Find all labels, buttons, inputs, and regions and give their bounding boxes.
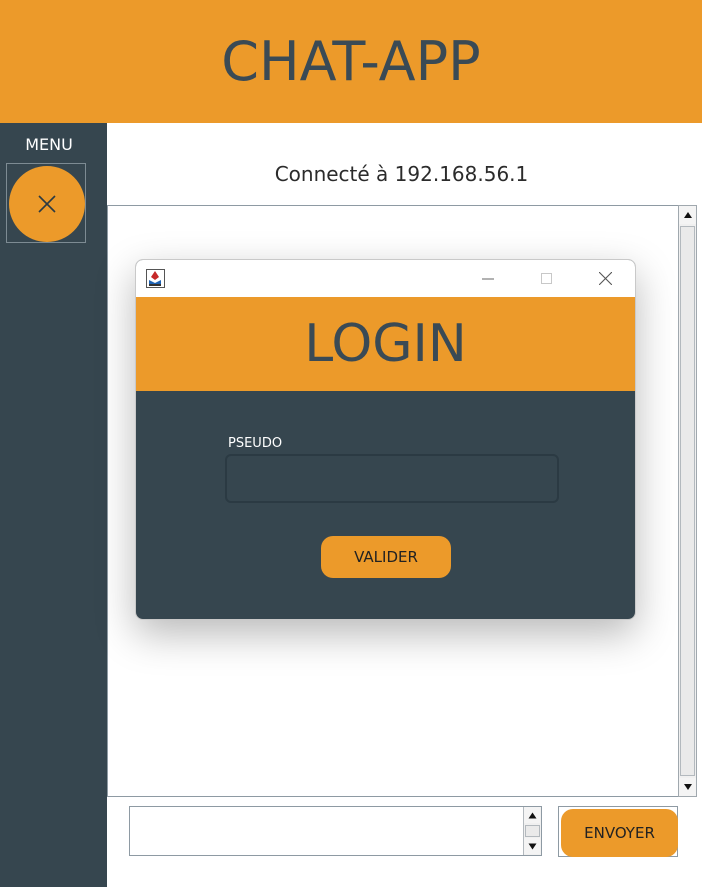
- login-dialog: LOGIN PSEUDO VALIDER: [135, 259, 636, 620]
- close-icon: [598, 272, 612, 285]
- triangle-up-icon: [528, 812, 536, 818]
- dialog-close-button[interactable]: [576, 260, 634, 297]
- connection-status: Connecté à 192.168.56.1: [274, 162, 529, 186]
- maximize-icon: [540, 273, 552, 284]
- pseudo-input[interactable]: [225, 454, 559, 503]
- pseudo-label: PSEUDO: [228, 436, 283, 451]
- menu-close-button[interactable]: [9, 166, 85, 242]
- maximize-button[interactable]: [517, 260, 575, 297]
- app-title: CHAT-APP: [221, 30, 481, 93]
- valider-button[interactable]: VALIDER: [321, 536, 451, 578]
- minimize-icon: [482, 278, 494, 279]
- triangle-down-icon: [528, 843, 536, 849]
- minimize-button[interactable]: [459, 260, 517, 297]
- message-box: [129, 806, 542, 856]
- message-scrollbar-thumb[interactable]: [525, 825, 540, 837]
- login-title: LOGIN: [304, 314, 467, 374]
- login-header: LOGIN: [136, 297, 635, 391]
- triangle-up-icon: [683, 212, 692, 218]
- message-input[interactable]: [130, 807, 522, 855]
- menu-label: MENU: [25, 135, 73, 154]
- message-scroll-down-button[interactable]: [524, 838, 540, 854]
- message-scroll-up-button[interactable]: [524, 807, 540, 823]
- chat-scrollbar[interactable]: [678, 205, 697, 797]
- dialog-titlebar[interactable]: [136, 260, 635, 297]
- java-app-icon: [146, 269, 165, 288]
- triangle-down-icon: [683, 784, 692, 790]
- message-scrollbar[interactable]: [523, 807, 541, 855]
- app-header: CHAT-APP: [0, 0, 702, 123]
- send-button[interactable]: ENVOYER: [561, 809, 678, 857]
- scrollbar-thumb[interactable]: [680, 226, 695, 776]
- close-icon: [38, 195, 56, 213]
- scroll-down-button[interactable]: [679, 778, 696, 796]
- scroll-up-button[interactable]: [679, 206, 696, 224]
